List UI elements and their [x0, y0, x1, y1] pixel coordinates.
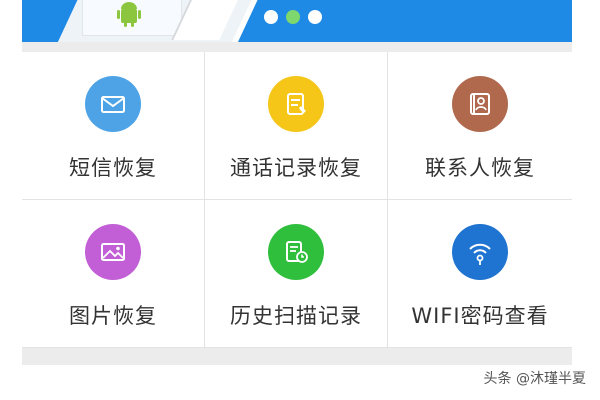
grid-item-call-log-recovery[interactable]: 通话记录恢复 [205, 52, 388, 200]
grid-item-label: WIFI密码查看 [411, 304, 549, 328]
grid-item-label: 通话记录恢复 [230, 156, 362, 180]
call-log-icon [268, 76, 324, 132]
section-divider [22, 42, 572, 52]
grid-item-photo-recovery[interactable]: 图片恢复 [22, 200, 205, 348]
carousel-dot[interactable] [264, 10, 278, 24]
grid-item-history-scan[interactable]: 历史扫描记录 [205, 200, 388, 348]
grid-item-contacts-recovery[interactable]: 联系人恢复 [388, 52, 572, 200]
grid-item-label: 短信恢复 [69, 156, 157, 180]
grid-item-wifi-password[interactable]: WIFI密码查看 [388, 200, 572, 348]
android-icon [117, 2, 141, 27]
watermark-text: 头条 @沐瑾半夏 [483, 371, 586, 387]
bottom-divider [22, 348, 572, 365]
carousel-dot[interactable] [308, 10, 322, 24]
grid-item-label: 历史扫描记录 [230, 304, 362, 328]
top-banner-carousel[interactable] [22, 0, 572, 42]
envelope-icon [85, 76, 141, 132]
grid-item-label: 联系人恢复 [425, 156, 535, 180]
app-screen: 短信恢复 通话记录恢复 联系人恢复 图片恢复 历史扫描记录 WIFI密码查看 [22, 0, 572, 365]
carousel-dots [264, 10, 322, 24]
grid-item-sms-recovery[interactable]: 短信恢复 [22, 52, 205, 200]
feature-grid: 短信恢复 通话记录恢复 联系人恢复 图片恢复 历史扫描记录 WIFI密码查看 [22, 52, 572, 348]
history-scan-icon [268, 224, 324, 280]
carousel-dot-active[interactable] [286, 10, 300, 24]
contact-card-icon [452, 76, 508, 132]
grid-item-label: 图片恢复 [69, 304, 157, 328]
picture-icon [85, 224, 141, 280]
wifi-key-icon [452, 224, 508, 280]
